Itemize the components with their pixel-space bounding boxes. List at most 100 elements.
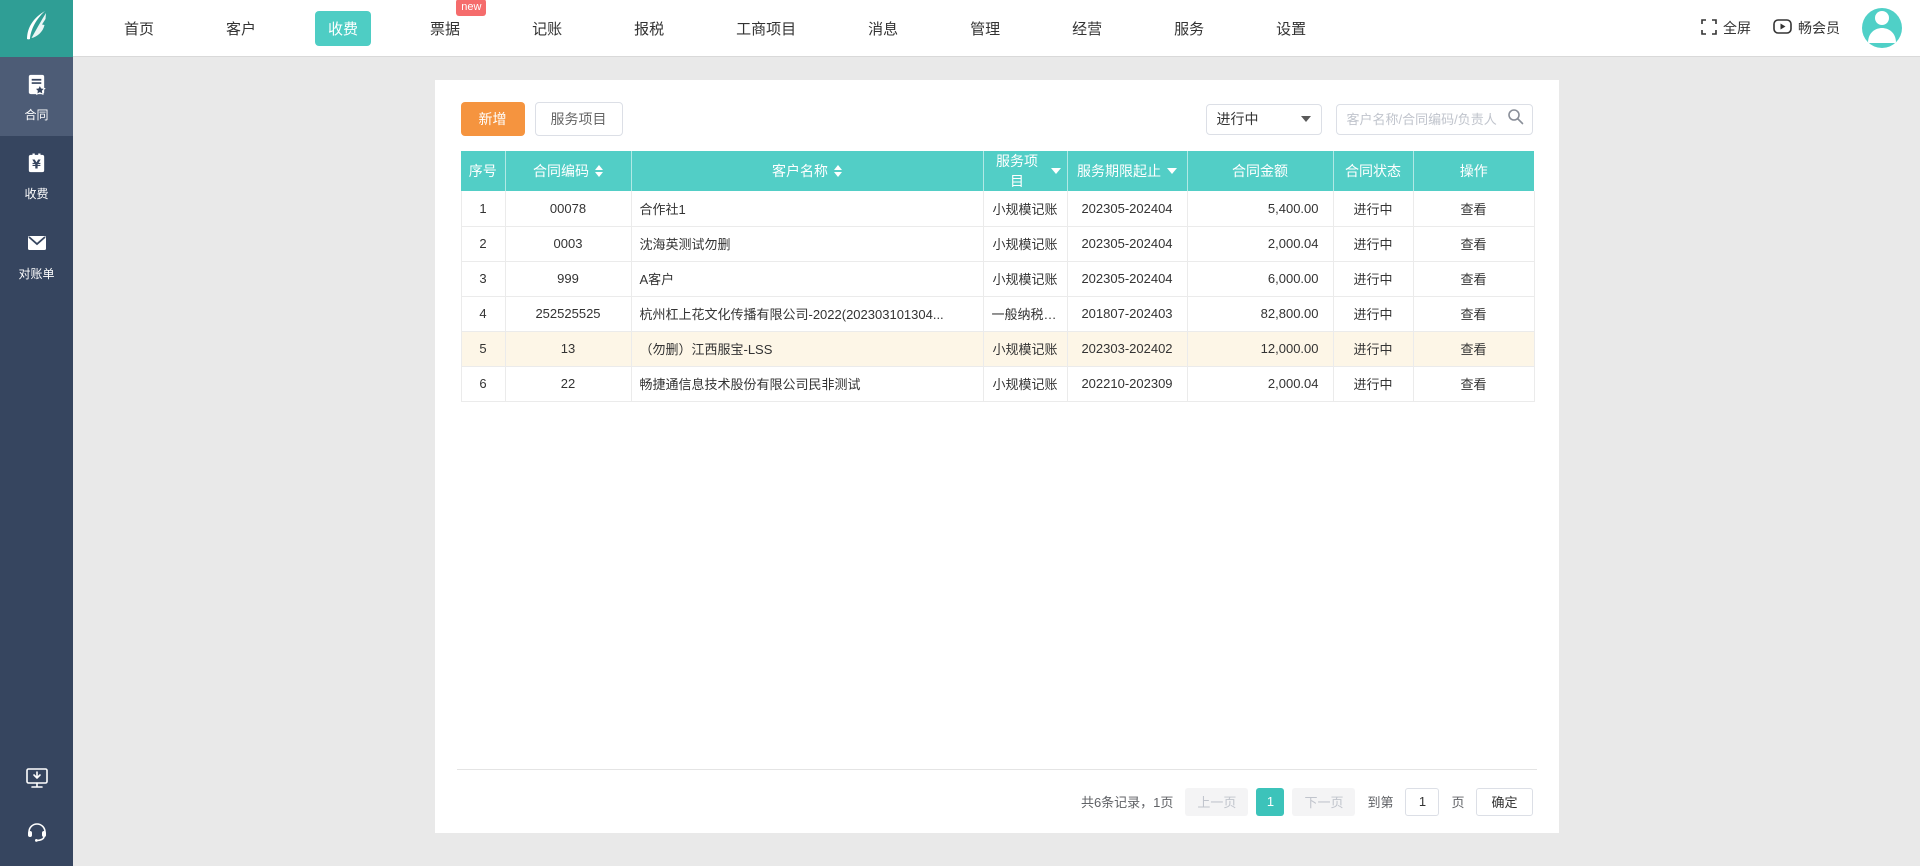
top-nav-item-label: 客户 [226, 20, 257, 38]
sidebar-item-0[interactable]: 合同 [0, 57, 73, 136]
cell-code: 13 [504, 331, 632, 367]
sort-icon[interactable] [595, 165, 603, 177]
status-filter-select[interactable]: 进行中 [1205, 103, 1322, 135]
sidebar-bottom [0, 766, 73, 866]
cell-amount: 2,000.04 [1186, 366, 1334, 402]
table-row: 6 22 畅捷通信息技术股份有限公司民非测试 小规模记账 202210-202309 2,… [460, 366, 1535, 402]
column-header-1[interactable]: 合同编码 [505, 151, 632, 191]
top-nav-item-7[interactable]: 消息 [855, 11, 911, 46]
view-link[interactable]: 查看 [1460, 202, 1486, 217]
view-link[interactable]: 查看 [1460, 342, 1486, 357]
top-nav-item-3[interactable]: 票据 new [417, 0, 487, 46]
cell-code: 22 [504, 366, 632, 402]
top-nav-item-9[interactable]: 经营 [1059, 11, 1115, 46]
prev-page-button[interactable]: 上一页 [1185, 787, 1249, 816]
user-icon [1862, 8, 1902, 48]
table-row: 1 00078 合作社1 小规模记账 202305-202404 5,400.00 进行中 查… [460, 191, 1535, 227]
column-header-label: 合同编码 [533, 163, 589, 179]
column-header-label: 服务期限起止 [1077, 163, 1161, 179]
top-nav-item-10[interactable]: 服务 [1161, 11, 1217, 46]
customer-service-icon[interactable] [25, 819, 49, 848]
column-header-label: 合同金额 [1232, 163, 1288, 179]
column-header-4[interactable]: 服务期限起止 [1067, 151, 1188, 191]
top-nav-item-label: 记账 [532, 20, 563, 38]
cell-action: 查看 [1412, 191, 1535, 227]
top-nav-item-6[interactable]: 工商项目 [723, 11, 809, 46]
confirm-button[interactable]: 确定 [1476, 787, 1533, 816]
contracts-table-wrap: 序号 合同编码 客户名称 服务项目 服务期限起止 合同金额 合同状态 操作 1 00078 合作社… [435, 151, 1559, 402]
next-page-button[interactable]: 下一页 [1292, 787, 1356, 816]
top-nav-item-1[interactable]: 客户 [213, 11, 269, 46]
cell-customer: （勿删）江西服宝-LSS [630, 331, 984, 367]
column-header-0: 序号 [461, 151, 506, 191]
cell-period: 202305-202404 [1066, 191, 1188, 227]
sidebar-item-label: 收费 [24, 187, 49, 201]
table-header-row: 序号 合同编码 客户名称 服务项目 服务期限起止 合同金额 合同状态 操作 [461, 151, 1534, 191]
cell-amount: 6,000.00 [1186, 261, 1334, 297]
sidebar-item-2[interactable]: 对账单 [0, 215, 73, 295]
top-nav-item-11[interactable]: 设置 [1263, 11, 1319, 46]
cell-amount: 82,800.00 [1186, 296, 1334, 332]
cell-customer: 合作社1 [630, 191, 984, 227]
client-download-icon[interactable] [25, 766, 49, 795]
service-items-button[interactable]: 服务项目 [534, 102, 623, 136]
app-logo[interactable] [0, 0, 73, 57]
view-link[interactable]: 查看 [1460, 272, 1486, 287]
column-header-2[interactable]: 客户名称 [631, 151, 984, 191]
cell-service: 小规模记账 [982, 261, 1068, 297]
column-header-3[interactable]: 服务项目 [983, 151, 1068, 191]
cell-seq: 2 [460, 226, 506, 262]
cell-customer: 沈海英测试勿删 [630, 226, 984, 262]
view-link[interactable]: 查看 [1460, 307, 1486, 322]
column-header-7: 操作 [1413, 151, 1534, 191]
cell-action: 查看 [1412, 331, 1535, 367]
cell-seq: 6 [460, 366, 506, 402]
goto-page-input[interactable] [1405, 787, 1440, 816]
main-area: 新增 服务项目 进行中 客户名称/合同编码/负责人 序号 合同编码 客户名称 服… [73, 57, 1920, 866]
sort-icon[interactable] [834, 165, 842, 177]
cell-action: 查看 [1412, 226, 1535, 262]
feather-logo-icon [17, 6, 57, 51]
top-nav-item-5[interactable]: 报税 [621, 11, 677, 46]
sidebar-item-label: 合同 [24, 108, 49, 122]
top-nav-item-0[interactable]: 首页 [111, 11, 167, 46]
svg-text:¥: ¥ [32, 156, 41, 171]
status-filter-value: 进行中 [1216, 111, 1259, 127]
top-nav-item-label: 服务 [1174, 20, 1205, 38]
cell-action: 查看 [1412, 296, 1535, 332]
search-input[interactable] [1346, 111, 1507, 127]
cell-action: 查看 [1412, 366, 1535, 402]
cell-code: 999 [504, 261, 632, 297]
filter-caret-icon[interactable] [1050, 168, 1061, 174]
search-icon[interactable] [1507, 108, 1524, 130]
column-header-label: 合同状态 [1345, 163, 1401, 179]
column-header-6: 合同状态 [1333, 151, 1414, 191]
cell-period: 202303-202402 [1066, 331, 1188, 367]
member-button[interactable]: 畅会员 [1773, 18, 1840, 38]
cell-amount: 5,400.00 [1186, 191, 1334, 227]
pagination: 共6条记录，1页 上一页 1 下一页 到第 页 确定 [456, 769, 1537, 833]
top-nav-item-2[interactable]: 收费 [315, 10, 372, 46]
avatar[interactable] [1862, 8, 1902, 48]
fullscreen-button[interactable]: 全屏 [1701, 18, 1751, 38]
top-nav: 首页 客户 收费 票据 new 记账 报税 工商项目 消息 管理 经营 服务 设置 [73, 0, 1319, 56]
top-nav-item-4[interactable]: 记账 [519, 11, 575, 46]
top-nav-item-label: 首页 [124, 20, 155, 38]
app-root: 首页 客户 收费 票据 new 记账 报税 工商项目 消息 管理 经营 服务 设置 全屏 畅会员 [0, 0, 1920, 866]
cell-code: 00078 [504, 191, 632, 227]
cell-period: 201807-202403 [1066, 296, 1188, 332]
column-header-label: 序号 [468, 163, 497, 179]
view-link[interactable]: 查看 [1460, 237, 1486, 252]
view-link[interactable]: 查看 [1460, 377, 1486, 392]
add-button[interactable]: 新增 [460, 102, 525, 136]
cell-action: 查看 [1412, 261, 1535, 297]
sidebar-item-label: 对账单 [18, 267, 55, 281]
page-number-button[interactable]: 1 [1256, 787, 1285, 816]
top-nav-item-8[interactable]: 管理 [957, 11, 1013, 46]
sidebar-item-1[interactable]: ¥ 收费 [0, 136, 73, 215]
filter-caret-icon[interactable] [1167, 168, 1177, 174]
column-header-label: 操作 [1459, 163, 1488, 179]
cell-status: 进行中 [1332, 191, 1414, 227]
cell-service: 小规模记账 [982, 366, 1068, 402]
cell-seq: 3 [460, 261, 506, 297]
